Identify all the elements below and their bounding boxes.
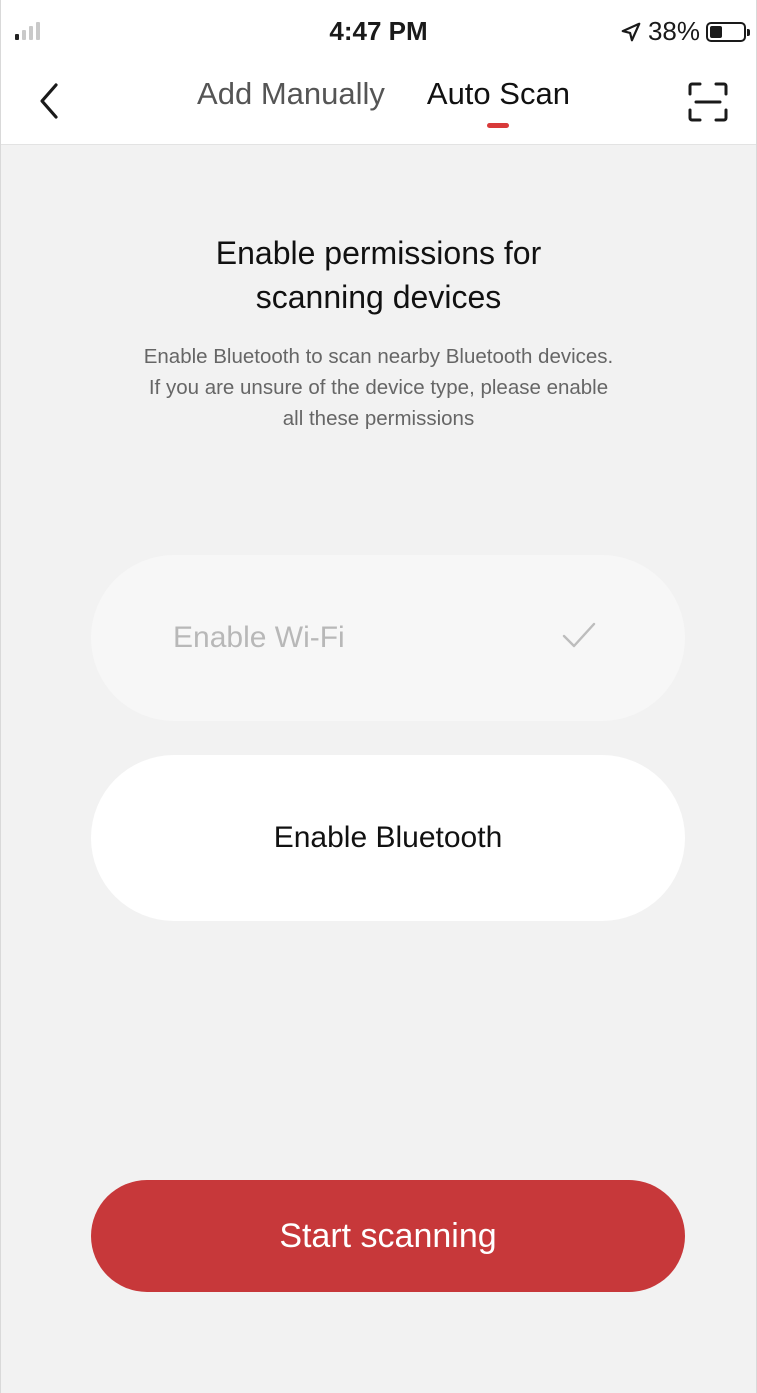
battery-percent: 38% bbox=[647, 16, 700, 46]
tab-auto-scan[interactable]: Auto Scan bbox=[426, 76, 570, 128]
battery-fill bbox=[710, 25, 722, 38]
start-scanning-label: Start scanning bbox=[279, 1216, 497, 1255]
nav-header: Add Manually Auto Scan bbox=[1, 62, 756, 145]
start-scanning-button[interactable]: Start scanning bbox=[91, 1180, 685, 1292]
tab-add-manually-label: Add Manually bbox=[197, 76, 385, 111]
page-title-line2: scanning devices bbox=[255, 279, 502, 315]
status-right: 38% bbox=[620, 16, 750, 47]
tab-auto-scan-label: Auto Scan bbox=[426, 76, 570, 111]
description-line3: all these permissions bbox=[282, 407, 475, 430]
tab-add-manually[interactable]: Add Manually bbox=[197, 76, 385, 126]
active-tab-indicator bbox=[487, 123, 510, 128]
enable-bluetooth-label: Enable Bluetooth bbox=[273, 821, 503, 854]
description-line2: If you are unsure of the device type, pl… bbox=[148, 376, 609, 399]
permission-description: Enable Bluetooth to scan nearby Bluetoot… bbox=[59, 341, 699, 434]
check-icon bbox=[562, 622, 596, 648]
enable-wifi-button[interactable]: Enable Wi-Fi bbox=[91, 555, 685, 721]
location-arrow-icon bbox=[621, 22, 641, 41]
enable-wifi-label: Enable Wi-Fi bbox=[173, 621, 345, 654]
description-line1: Enable Bluetooth to scan nearby Bluetoot… bbox=[143, 345, 614, 368]
app-screen: 4:47 PM 38% Add Manually Auto Scan Enabl… bbox=[0, 0, 757, 1393]
enable-bluetooth-button[interactable]: Enable Bluetooth bbox=[91, 755, 685, 921]
battery-icon bbox=[706, 21, 750, 42]
page-title: Enable permissions for scanning devices bbox=[79, 231, 679, 319]
page-title-line1: Enable permissions for bbox=[215, 235, 542, 271]
qr-scan-button[interactable] bbox=[684, 78, 732, 126]
scan-frame-icon bbox=[688, 82, 728, 122]
tab-bar: Add Manually Auto Scan bbox=[1, 76, 756, 128]
status-bar: 4:47 PM 38% bbox=[1, 0, 756, 62]
main-content: Enable permissions for scanning devices … bbox=[1, 145, 756, 921]
